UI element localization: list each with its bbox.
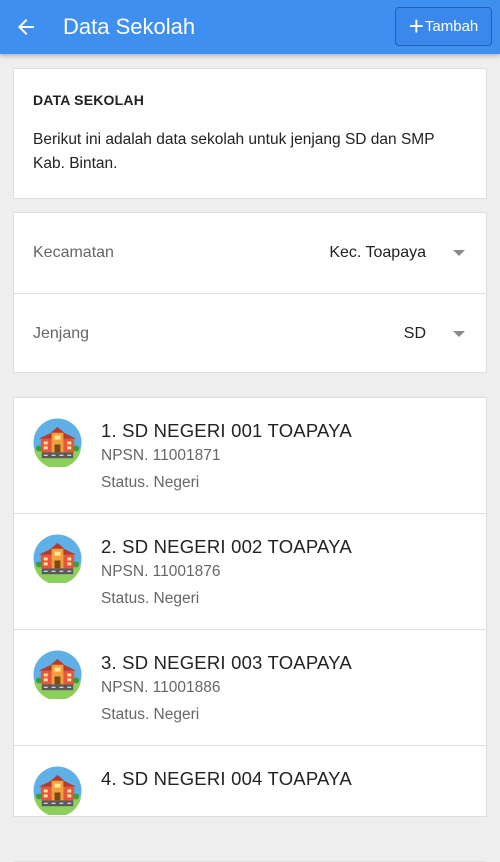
filter-card: Kecamatan Kec. Toapaya Jenjang SD (13, 212, 487, 373)
jenjang-value: SD (403, 325, 426, 342)
add-button-label: Tambah (424, 18, 479, 35)
list-item[interactable]: 2. SD NEGERI 002 TOAPAYA NPSN. 11001876 … (14, 514, 486, 630)
school-status: Status. Negeri (101, 590, 200, 607)
school-npsn: NPSN. 11001871 (101, 447, 221, 464)
school-name: 2. SD NEGERI 002 TOAPAYA (101, 536, 352, 557)
kecamatan-value: Kec. Toapaya (329, 244, 426, 261)
school-name: 3. SD NEGERI 003 TOAPAYA (101, 652, 352, 673)
info-description: Berikut ini adalah data sekolah untuk je… (33, 131, 435, 172)
list-item[interactable]: 4. SD NEGERI 004 TOAPAYA (14, 746, 486, 862)
page-title: Data Sekolah (63, 14, 196, 39)
kecamatan-select[interactable]: Kecamatan Kec. Toapaya (14, 213, 486, 293)
school-building-icon (33, 418, 82, 469)
school-status: Status. Negeri (101, 706, 200, 723)
info-card: DATA SEKOLAH Berikut ini adalah data sek… (13, 68, 487, 199)
school-building-icon (33, 766, 82, 817)
school-npsn: NPSN. 11001886 (101, 679, 221, 696)
school-building-icon (33, 650, 82, 701)
info-title: DATA SEKOLAH (33, 92, 145, 108)
plus-icon: + (408, 10, 424, 41)
back-button[interactable] (8, 8, 44, 46)
list-item[interactable]: 3. SD NEGERI 003 TOAPAYA NPSN. 11001886 … (14, 630, 486, 746)
jenjang-label: Jenjang (33, 325, 90, 342)
dropdown-arrow-icon (453, 250, 465, 256)
school-name: 4. SD NEGERI 004 TOAPAYA (101, 768, 352, 789)
school-npsn: NPSN. 11001876 (101, 563, 221, 580)
app-bar: Data Sekolah + Tambah (0, 0, 500, 54)
school-list: 1. SD NEGERI 001 TOAPAYA NPSN. 11001871 … (13, 397, 487, 862)
dropdown-arrow-icon (453, 331, 465, 337)
arrow-back-icon (18, 19, 34, 35)
kecamatan-label: Kecamatan (33, 244, 114, 261)
school-building-icon (33, 534, 82, 585)
add-school-button[interactable]: + Tambah (395, 7, 492, 46)
school-status: Status. Negeri (101, 474, 200, 491)
jenjang-select[interactable]: Jenjang SD (14, 293, 486, 374)
list-item[interactable]: 1. SD NEGERI 001 TOAPAYA NPSN. 11001871 … (14, 398, 486, 514)
school-name: 1. SD NEGERI 001 TOAPAYA (101, 420, 352, 441)
